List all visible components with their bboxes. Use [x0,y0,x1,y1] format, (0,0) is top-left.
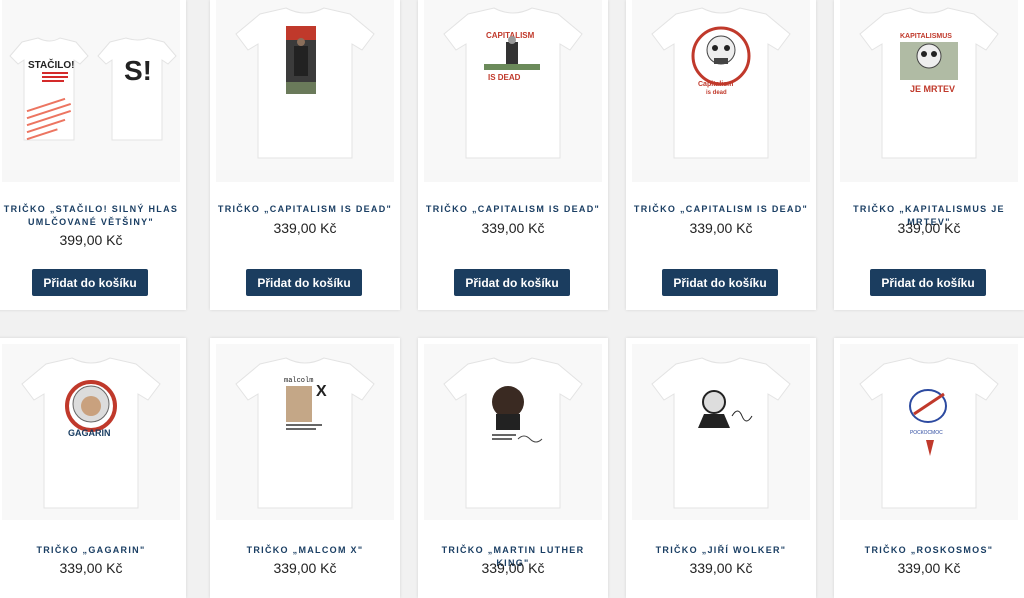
print-text: S! [124,55,152,86]
product-card[interactable]: Capitalism is dead Tričko „Capitalism is… [626,0,816,310]
print-text: РОСКОСМОС [910,430,943,436]
tshirt-poster-image [216,0,394,170]
product-price: 339,00 Kč [897,560,961,576]
product-title[interactable]: Tričko „Jiří Wolker" [632,544,810,557]
product-title[interactable]: Tričko „Malcom X" [216,544,394,557]
product-card[interactable]: РОСКОСМОС Tričko „Roskosmos" 339,00 Kč [834,338,1024,598]
product-price: 339,00 Kč [59,560,123,576]
product-image[interactable] [216,0,394,182]
product-price: 339,00 Kč [481,560,545,576]
product-price: 339,00 Kč [273,560,337,576]
tshirt-roskosmos-image: РОСКОСМОС [840,344,1018,520]
product-image[interactable]: KAPITALISMUS JE MRTEV [840,0,1018,182]
tshirt-malcolm-image: malcolm X [216,344,394,520]
product-price: 339,00 Kč [689,560,753,576]
add-to-cart-button[interactable]: Přidat do košíku [870,269,986,296]
add-to-cart-button[interactable]: Přidat do košíku [662,269,778,296]
product-title[interactable]: Tričko „Stačilo! Silný hlas umlčované vě… [2,203,180,229]
product-title[interactable]: Tričko „Roskosmos" [840,544,1018,557]
print-text: Capitalism [698,81,733,88]
print-text: is dead [706,90,727,96]
print-text: STAČILO! [28,58,74,71]
product-card[interactable]: malcolm X Tričko „Malcom X" 339,00 Kč [210,338,400,598]
print-text: GAGARIN [68,428,111,438]
product-price: 339,00 Kč [273,220,337,236]
product-title[interactable]: Tričko „Capitalism is dead" [424,203,602,216]
tshirt-mlk-image [424,344,602,520]
product-image[interactable]: GAGARIN [2,344,180,520]
tshirt-kapitalismus-image: KAPITALISMUS JE MRTEV [840,0,1018,170]
print-text: JE MRTEV [910,84,955,94]
add-to-cart-button[interactable]: Přidat do košíku [32,269,148,296]
add-to-cart-button[interactable]: Přidat do košíku [454,269,570,296]
product-price: 339,00 Kč [481,220,545,236]
print-text: X [316,383,327,400]
product-card[interactable]: KAPITALISMUS JE MRTEV Tričko „Kapitalism… [834,0,1024,310]
tshirt-gagarin-image: GAGARIN [2,344,180,520]
product-image[interactable]: Capitalism is dead [632,0,810,182]
product-card[interactable]: Tričko „Capitalism is dead" 339,00 Kč Př… [210,0,400,310]
product-card[interactable]: CAPITALISM IS DEAD Tričko „Capitalism is… [418,0,608,310]
product-card[interactable]: GAGARIN Tričko „Gagarin" 339,00 Kč [0,338,186,598]
tshirt-capitalism-image: CAPITALISM IS DEAD [424,0,602,170]
product-card[interactable]: Tričko „Martin Luther King" 339,00 Kč [418,338,608,598]
print-text: IS DEAD [488,73,521,82]
product-price: 399,00 Kč [59,232,123,248]
product-image[interactable]: malcolm X [216,344,394,520]
product-price: 339,00 Kč [689,220,753,236]
product-image[interactable]: CAPITALISM IS DEAD [424,0,602,182]
tshirt-skull-image: Capitalism is dead [632,0,810,170]
product-image[interactable]: STAČILO! S! [2,0,180,182]
product-image[interactable] [632,344,810,520]
print-text: malcolm [284,377,313,385]
product-card[interactable]: STAČILO! S! Tričko „Stačilo! Silný hlas … [0,0,186,310]
product-image[interactable]: РОСКОСМОС [840,344,1018,520]
product-price: 339,00 Kč [897,220,961,236]
tshirt-stacilo-image: STAČILO! S! [2,0,180,170]
add-to-cart-button[interactable]: Přidat do košíku [246,269,362,296]
product-card[interactable]: Tričko „Jiří Wolker" 339,00 Kč [626,338,816,598]
product-title[interactable]: Tričko „Capitalism is dead" [632,203,810,216]
product-title[interactable]: Tričko „Gagarin" [2,544,180,557]
tshirt-wolker-image [632,344,810,520]
product-title[interactable]: Tričko „Capitalism is dead" [216,203,394,216]
print-text: KAPITALISMUS [900,33,952,40]
product-image[interactable] [424,344,602,520]
